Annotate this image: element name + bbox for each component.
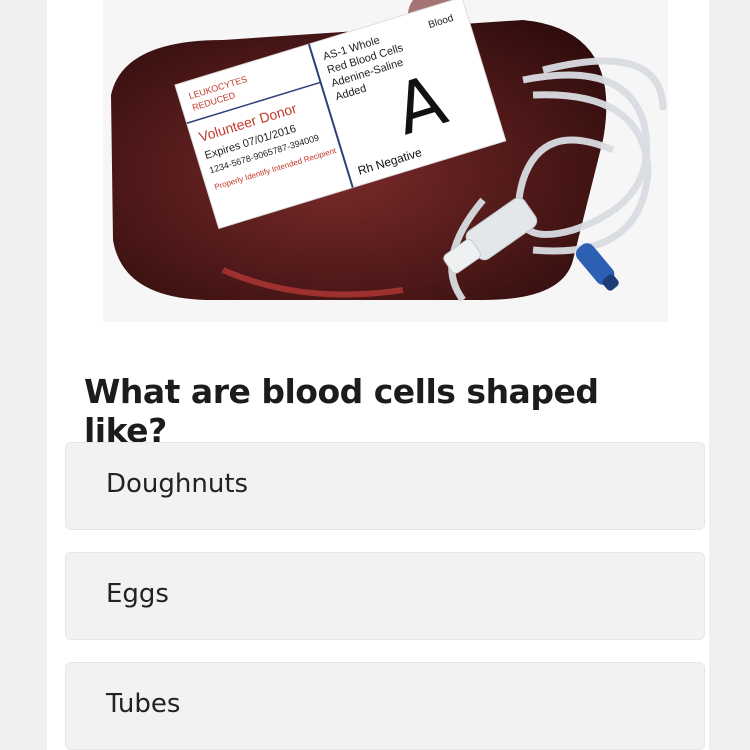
answer-option-tubes[interactable]: Tubes (65, 662, 705, 750)
answer-option-label: Doughnuts (106, 469, 249, 499)
answer-option-label: Eggs (106, 579, 169, 609)
answer-option-eggs[interactable]: Eggs (65, 552, 705, 640)
question-image: A Rh Negative AS-1 Whole Red Blood Cells… (103, 0, 668, 322)
answer-option-doughnuts[interactable]: Doughnuts (65, 442, 705, 530)
answer-option-label: Tubes (106, 689, 181, 719)
question-text: What are blood cells shaped like? (84, 372, 599, 450)
quiz-card: A Rh Negative AS-1 Whole Red Blood Cells… (47, 0, 709, 750)
blood-bag-illustration: A Rh Negative AS-1 Whole Red Blood Cells… (111, 0, 667, 303)
